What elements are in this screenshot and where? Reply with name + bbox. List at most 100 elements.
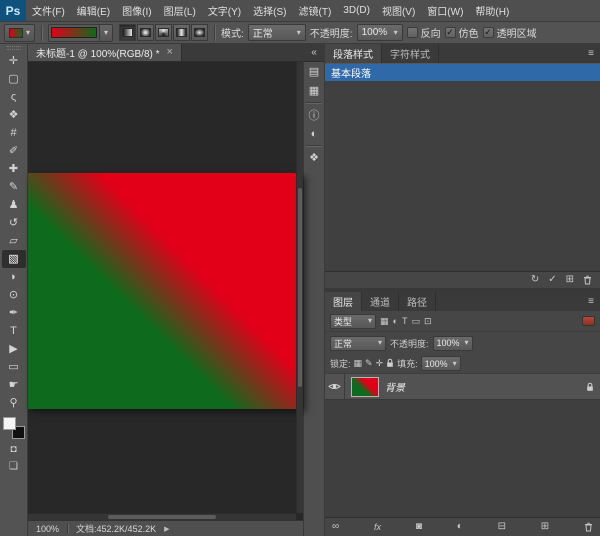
tab-channels[interactable]: 通道 xyxy=(362,292,399,311)
zoom-tool[interactable]: ⚲ xyxy=(2,394,26,412)
paragraph-style-item[interactable]: 基本段落 xyxy=(325,64,600,81)
move-tool[interactable]: ✛ xyxy=(2,52,26,70)
menu-help[interactable]: 帮助(H) xyxy=(469,0,515,21)
filter-adjustment-layers-icon[interactable]: ◐ xyxy=(393,317,398,326)
layer-row-background[interactable]: 背景 xyxy=(325,374,600,400)
quick-mask-mode-button[interactable]: ◘ xyxy=(2,442,26,457)
panel-menu-icon[interactable]: ≡ xyxy=(582,292,600,311)
menu-edit[interactable]: 编辑(E) xyxy=(71,0,116,21)
add-layer-mask-icon[interactable]: ◙ xyxy=(416,522,422,532)
close-tab-icon[interactable]: × xyxy=(167,47,173,58)
expand-panels-icon[interactable]: « xyxy=(304,44,324,62)
quick-selection-tool[interactable]: ❖ xyxy=(2,106,26,124)
dither-checkbox[interactable]: ✓ 仿色 xyxy=(445,25,479,40)
scrollbar-thumb[interactable] xyxy=(108,515,215,519)
lock-transparency-icon[interactable]: ▦ xyxy=(354,359,363,368)
menu-type[interactable]: 文字(Y) xyxy=(202,0,247,21)
path-selection-tool[interactable]: ▶ xyxy=(2,340,26,358)
lock-all-icon[interactable] xyxy=(386,358,394,370)
diamond-gradient-button[interactable] xyxy=(191,24,208,41)
layer-fill-select[interactable]: 100% ▾ xyxy=(421,356,461,371)
tab-paragraph-styles[interactable]: 段落样式 xyxy=(325,44,382,63)
new-layer-icon[interactable]: ⊞ xyxy=(541,522,549,532)
horizontal-scrollbar[interactable] xyxy=(28,513,296,520)
filter-type-select[interactable]: 类型 ▾ xyxy=(330,314,376,329)
foreground-color-swatch[interactable] xyxy=(3,417,16,430)
layer-opacity-select[interactable]: 100% ▾ xyxy=(433,336,473,351)
status-menu-arrow[interactable]: ▶ xyxy=(164,525,169,533)
adjustment-layer-icon[interactable]: ◐ xyxy=(457,522,463,532)
gradient-editor-button[interactable] xyxy=(48,24,100,42)
filter-type-layers-icon[interactable]: T xyxy=(402,317,408,326)
layer-visibility-toggle[interactable] xyxy=(325,374,345,399)
radial-gradient-button[interactable] xyxy=(137,24,154,41)
transparency-checkbox[interactable]: ✓ 透明区域 xyxy=(483,25,537,40)
history-panel-icon[interactable]: ▤ xyxy=(304,62,324,81)
zoom-level[interactable]: 100% xyxy=(36,524,59,534)
reflected-gradient-button[interactable] xyxy=(173,24,190,41)
pen-tool[interactable]: ✒ xyxy=(2,304,26,322)
eraser-tool[interactable]: ▱ xyxy=(2,232,26,250)
clear-override-icon[interactable]: ✓ xyxy=(548,275,556,285)
healing-brush-tool[interactable]: ✚ xyxy=(2,160,26,178)
menu-window[interactable]: 窗口(W) xyxy=(421,0,469,21)
swatches-panel-icon[interactable]: ▦ xyxy=(304,81,324,100)
gradient-tool[interactable]: ▧ xyxy=(2,250,26,268)
reverse-checkbox[interactable]: 反向 xyxy=(407,25,441,40)
scrollbar-thumb[interactable] xyxy=(298,188,302,386)
canvas-area[interactable] xyxy=(28,62,303,520)
filter-smart-objects-icon[interactable]: ⊡ xyxy=(424,317,432,326)
menu-image[interactable]: 图像(I) xyxy=(116,0,157,21)
history-brush-tool[interactable]: ↺ xyxy=(2,214,26,232)
adjustments-panel-icon[interactable]: ◐ xyxy=(304,124,324,143)
filter-pixel-layers-icon[interactable]: ▦ xyxy=(380,317,389,326)
menu-filter[interactable]: 滤镜(T) xyxy=(293,0,338,21)
gradient-picker-arrow[interactable]: ▾ xyxy=(100,24,113,42)
document-tab[interactable]: 未标题-1 @ 100%(RGB/8) * × xyxy=(28,44,182,61)
toolbar-grip[interactable] xyxy=(7,46,21,50)
lasso-tool[interactable]: ς xyxy=(2,88,26,106)
filter-shape-layers-icon[interactable]: ▭ xyxy=(411,317,420,326)
layer-style-icon[interactable]: fx xyxy=(374,523,381,532)
opacity-select[interactable]: 100% ▾ xyxy=(357,24,403,41)
document-canvas[interactable] xyxy=(28,173,303,409)
link-layers-icon[interactable]: ∞ xyxy=(332,522,339,532)
load-styles-icon[interactable]: ↻ xyxy=(531,275,539,285)
clone-stamp-tool[interactable]: ♟ xyxy=(2,196,26,214)
type-tool[interactable]: T xyxy=(2,322,26,340)
screen-mode-button[interactable]: ❏ xyxy=(2,459,26,474)
rectangular-marquee-tool[interactable]: ▢ xyxy=(2,70,26,88)
menu-view[interactable]: 视图(V) xyxy=(376,0,421,21)
info-panel-icon[interactable]: ⓘ xyxy=(304,105,324,124)
delete-style-icon[interactable] xyxy=(583,275,592,285)
layer-thumbnail[interactable] xyxy=(351,377,379,397)
blur-tool[interactable]: ◗ xyxy=(2,268,26,286)
layer-filter-toggle[interactable] xyxy=(582,316,595,326)
tab-paths[interactable]: 路径 xyxy=(399,292,436,311)
panel-menu-icon[interactable]: ≡ xyxy=(582,44,600,63)
hand-tool[interactable]: ☛ xyxy=(2,376,26,394)
dodge-tool[interactable]: ⊙ xyxy=(2,286,26,304)
angle-gradient-button[interactable] xyxy=(155,24,172,41)
menu-file[interactable]: 文件(F) xyxy=(26,0,71,21)
lock-pixels-icon[interactable]: ✎ xyxy=(365,359,373,368)
brush-tool[interactable]: ✎ xyxy=(2,178,26,196)
vertical-scrollbar[interactable] xyxy=(296,62,303,513)
menu-3d[interactable]: 3D(D) xyxy=(337,0,376,21)
menu-select[interactable]: 选择(S) xyxy=(247,0,292,21)
tool-preset-picker[interactable]: ▾ xyxy=(4,24,35,42)
tab-layers[interactable]: 图层 xyxy=(325,292,362,311)
crop-tool[interactable]: # xyxy=(2,124,26,142)
delete-layer-icon[interactable] xyxy=(584,522,593,532)
tab-character-styles[interactable]: 字符样式 xyxy=(382,44,439,63)
new-style-icon[interactable]: ⊞ xyxy=(566,275,574,285)
eyedropper-tool[interactable]: ✐ xyxy=(2,142,26,160)
lock-position-icon[interactable]: ✛ xyxy=(376,359,384,368)
new-group-icon[interactable]: ⊟ xyxy=(498,522,506,532)
rectangle-tool[interactable]: ▭ xyxy=(2,358,26,376)
layer-blend-mode-select[interactable]: 正常 ▾ xyxy=(330,336,386,351)
blend-mode-select[interactable]: 正常 ▾ xyxy=(248,24,306,41)
styles-panel-icon[interactable]: ❖ xyxy=(304,148,324,167)
linear-gradient-button[interactable] xyxy=(119,24,136,41)
menu-layer[interactable]: 图层(L) xyxy=(158,0,202,21)
